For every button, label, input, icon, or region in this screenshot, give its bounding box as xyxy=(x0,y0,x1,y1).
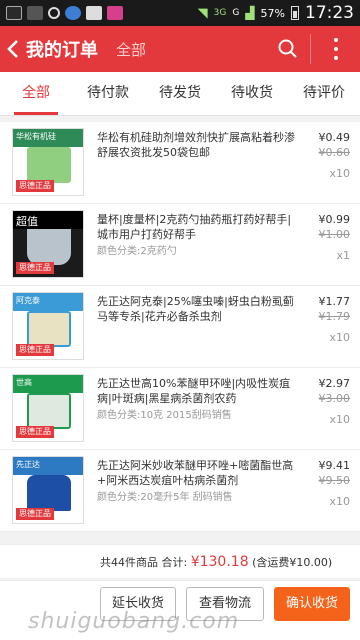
network-type: 3G xyxy=(213,8,227,18)
product-title: 先正达阿米妙收苯醚甲环唑+嘧菌酯世高+阿米西达炭疽叶枯病杀菌剂 xyxy=(97,459,294,487)
thumb-badge: 思德正品 xyxy=(16,508,54,520)
package-image xyxy=(27,147,71,183)
watermark: shuiguobang.com xyxy=(28,609,240,634)
shipping-fee: (含运费¥10.00) xyxy=(252,556,333,569)
store-icon xyxy=(107,6,123,20)
product-title: 量杯|度量杯|2克药勺抽药瓶打药好帮手|城市用户打药好帮手 xyxy=(97,213,292,241)
tab-pending-shipment[interactable]: 待发货 xyxy=(144,72,216,115)
original-price: ¥1.79 xyxy=(318,310,351,323)
thumb-badge: 思德正品 xyxy=(16,426,54,438)
package-image xyxy=(27,311,71,347)
list-item[interactable]: 先正达 思德正品 先正达阿米妙收苯醚甲环唑+嘧菌酯世高+阿米西达炭疽叶枯病杀菌剂… xyxy=(0,450,360,532)
price-block: ¥2.97 ¥3.00 x10 xyxy=(319,376,351,427)
quantity: x10 xyxy=(329,331,350,344)
thumb-title: 华松有机硅 xyxy=(13,129,83,147)
original-price: ¥3.00 xyxy=(318,392,351,405)
thumb-title: 先正达 xyxy=(13,457,83,475)
product-thumbnail: 华松有机硅 思德正品 xyxy=(12,128,84,196)
original-price: ¥9.50 xyxy=(318,474,351,487)
add-icon xyxy=(6,6,22,20)
thumb-badge: 思德正品 xyxy=(16,344,54,356)
product-price: ¥1.77 xyxy=(318,295,351,308)
item-count-label: 共44件商品 合计: xyxy=(100,556,188,569)
filter-label: 全部 xyxy=(116,40,147,59)
product-thumbnail: 世高 思德正品 xyxy=(12,374,84,442)
tab-pending-receipt[interactable]: 待收货 xyxy=(216,72,288,115)
image-icon xyxy=(86,6,102,20)
product-info: 先正达阿米妙收苯醚甲环唑+嘧菌酯世高+阿米西达炭疽叶枯病杀菌剂 颜色分类:20毫… xyxy=(97,458,297,505)
quantity: x10 xyxy=(329,495,350,508)
order-filter-dropdown[interactable]: 全部 xyxy=(116,39,146,60)
confirm-receipt-button[interactable]: 确认收货 xyxy=(274,587,350,621)
package-image xyxy=(27,393,71,429)
more-dot-icon xyxy=(334,38,338,42)
status-bar: ◥ 3G G ▟ 57% 17:23 xyxy=(0,0,360,26)
clock: 17:23 xyxy=(305,3,354,23)
total-amount: ¥130.18 xyxy=(190,554,249,570)
battery-percent: 57% xyxy=(260,6,285,20)
more-dot-icon xyxy=(334,56,338,60)
product-thumbnail: 先正达 思德正品 xyxy=(12,456,84,524)
list-item[interactable]: 超值 思德正品 量杯|度量杯|2克药勺抽药瓶打药好帮手|城市用户打药好帮手 颜色… xyxy=(0,204,360,286)
more-menu-button[interactable] xyxy=(326,35,346,63)
thumb-badge: 思德正品 xyxy=(16,262,54,274)
product-title: 先正达阿克泰|25%噻虫嗪|蚜虫白粉虱蓟马等专杀|花卉必备杀虫剂 xyxy=(97,295,294,323)
tab-pending-review[interactable]: 待评价 xyxy=(288,72,360,115)
tab-pending-payment[interactable]: 待付款 xyxy=(72,72,144,115)
product-price: ¥2.97 xyxy=(318,377,351,390)
thumb-title: 世高 xyxy=(13,375,83,393)
order-summary: 共44件商品 合计: ¥130.18 (含运费¥10.00) xyxy=(0,544,360,578)
more-dot-icon xyxy=(334,47,338,51)
battery-icon xyxy=(291,6,299,20)
wifi-icon: ◥ xyxy=(197,5,208,21)
product-info: 先正达阿克泰|25%噻虫嗪|蚜虫白粉虱蓟马等专杀|花卉必备杀虫剂 xyxy=(97,294,297,324)
order-actions-bar: 延长收货 查看物流 确认收货 shuiguobang.com xyxy=(0,580,360,640)
product-price: ¥0.99 xyxy=(318,213,351,226)
price-block: ¥0.99 ¥1.00 x1 xyxy=(319,212,351,263)
product-info: 先正达世高10%苯醚甲环唑|内吸性炭疽病|叶斑病|黑星病杀菌剂农药 颜色分类:1… xyxy=(97,376,297,423)
product-thumbnail: 阿克泰 思德正品 xyxy=(12,292,84,360)
price-block: ¥9.41 ¥9.50 x10 xyxy=(319,458,351,509)
product-title: 先正达世高10%苯醚甲环唑|内吸性炭疽病|叶斑病|黑星病杀菌剂农药 xyxy=(97,377,291,405)
list-item[interactable]: 华松有机硅 思德正品 华松有机硅助剂增效剂快扩展高粘着秒渗舒展农资批发50袋包邮… xyxy=(0,122,360,204)
product-price: ¥0.49 xyxy=(318,131,351,144)
back-button[interactable] xyxy=(0,26,26,72)
cloud-icon xyxy=(27,6,43,20)
product-thumbnail: 超值 思德正品 xyxy=(12,210,84,278)
signal-bars-icon: ▟ xyxy=(245,6,255,20)
package-image xyxy=(27,229,71,265)
list-item[interactable]: 世高 思德正品 先正达世高10%苯醚甲环唑|内吸性炭疽病|叶斑病|黑星病杀菌剂农… xyxy=(0,368,360,450)
product-spec: 颜色分类:20毫升5年 刮码销售 xyxy=(97,492,233,503)
header-divider xyxy=(310,34,311,64)
tab-all[interactable]: 全部 xyxy=(0,72,72,115)
quantity: x10 xyxy=(329,167,350,180)
product-price: ¥9.41 xyxy=(318,459,351,472)
quantity: x1 xyxy=(336,249,350,262)
page-title: 我的订单 xyxy=(26,40,98,61)
product-info: 华松有机硅助剂增效剂快扩展高粘着秒渗舒展农资批发50袋包邮 xyxy=(97,130,297,160)
product-spec: 颜色分类:10克 2015刮码销售 xyxy=(97,410,232,421)
original-price: ¥0.60 xyxy=(318,146,351,159)
app-icon xyxy=(65,6,81,20)
quantity: x10 xyxy=(329,413,350,426)
search-icon[interactable] xyxy=(277,38,299,60)
thumb-title: 阿克泰 xyxy=(13,293,83,311)
signal-icon: G xyxy=(232,8,240,18)
price-block: ¥0.49 ¥0.60 x10 xyxy=(319,130,351,181)
chevron-left-icon xyxy=(7,40,18,58)
product-title: 华松有机硅助剂增效剂快扩展高粘着秒渗舒展农资批发50袋包邮 xyxy=(97,131,295,159)
package-image xyxy=(27,475,71,511)
list-item[interactable]: 阿克泰 思德正品 先正达阿克泰|25%噻虫嗪|蚜虫白粉虱蓟马等专杀|花卉必备杀虫… xyxy=(0,286,360,368)
order-item-list: 华松有机硅 思德正品 华松有机硅助剂增效剂快扩展高粘着秒渗舒展农资批发50袋包邮… xyxy=(0,122,360,542)
product-info: 量杯|度量杯|2克药勺抽药瓶打药好帮手|城市用户打药好帮手 颜色分类:2克药勺 xyxy=(97,212,297,259)
order-status-tabs: 全部 待付款 待发货 待收货 待评价 xyxy=(0,72,360,116)
price-block: ¥1.77 ¥1.79 x10 xyxy=(319,294,351,345)
original-price: ¥1.00 xyxy=(318,228,351,241)
thumb-title: 超值 xyxy=(13,211,83,229)
search-status-icon xyxy=(48,7,60,19)
product-spec: 颜色分类:2克药勺 xyxy=(97,246,177,257)
thumb-badge: 思德正品 xyxy=(16,180,54,192)
app-header: 我的订单 全部 xyxy=(0,26,360,72)
